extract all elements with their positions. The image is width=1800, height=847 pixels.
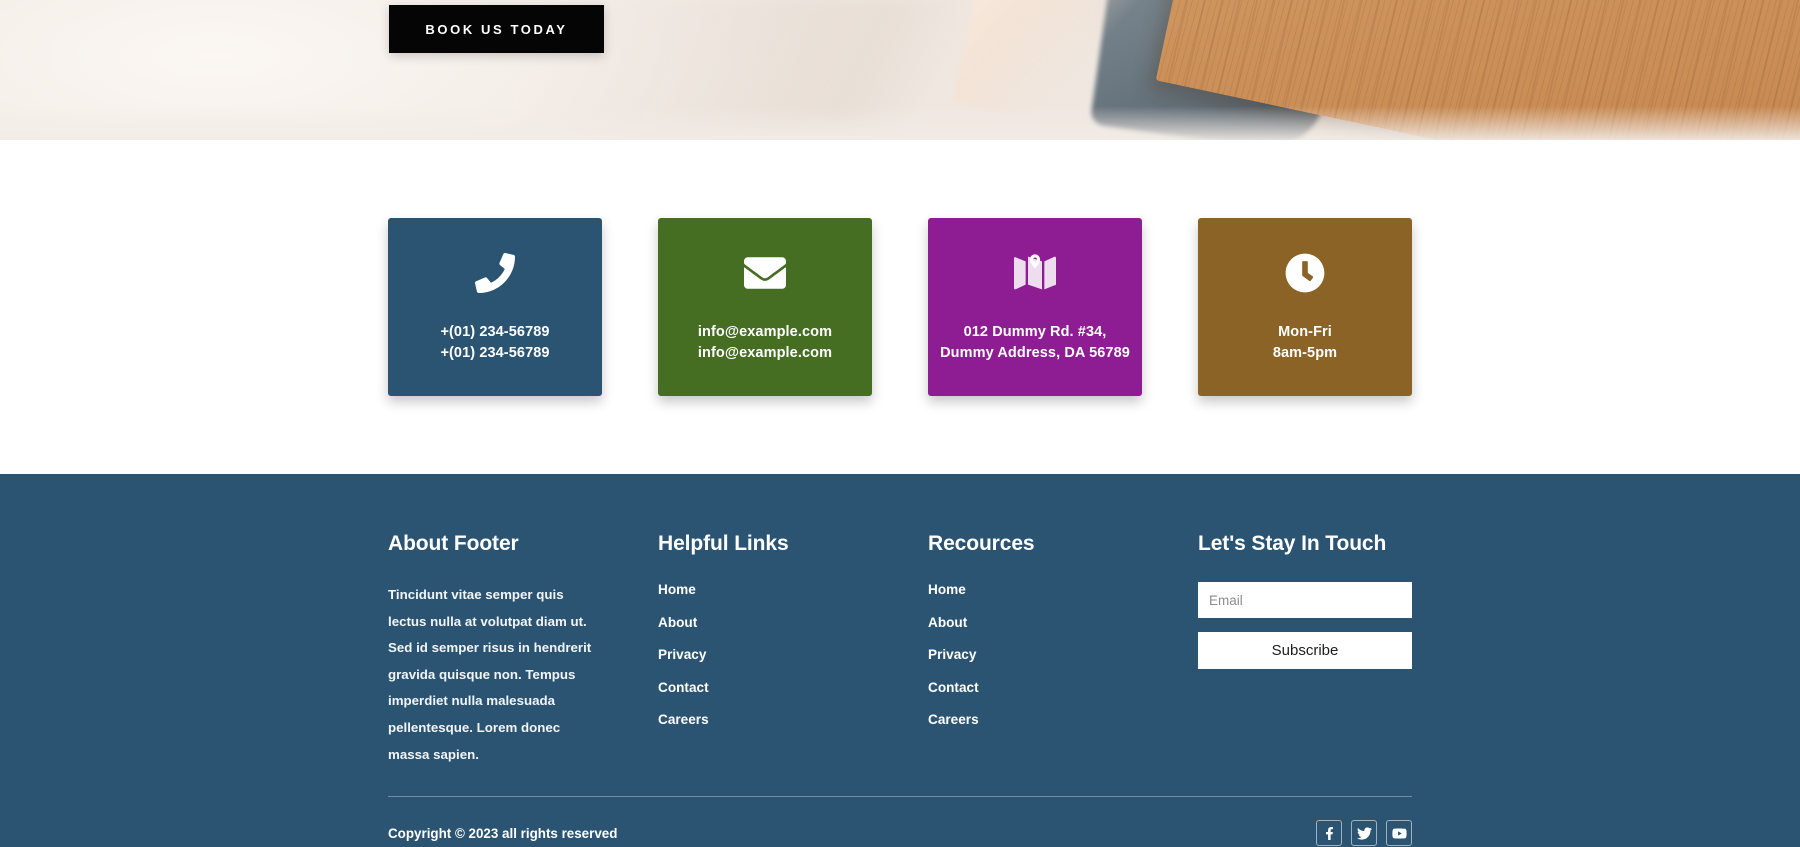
copyright-text: Copyright © 2023 all rights reserved (388, 825, 618, 841)
contact-card-text: +(01) 234-56789 +(01) 234-56789 (440, 322, 549, 365)
facebook-icon[interactable] (1316, 820, 1342, 847)
helpful-link-contact[interactable]: Contact (658, 680, 928, 695)
hours-line-1: Mon-Fri (1278, 323, 1332, 340)
phone-line-1: +(01) 234-56789 (440, 323, 550, 340)
stay-in-touch-heading: Let's Stay In Touch (1198, 532, 1387, 555)
site-footer: About Footer Tincidunt vitae semper quis… (0, 474, 1800, 847)
clock-icon (1282, 250, 1328, 296)
footer-column-helpful-links: Helpful Links Home About Privacy Contact… (658, 532, 928, 768)
contact-cards-section: +(01) 234-56789 +(01) 234-56789 info@exa… (0, 140, 1800, 474)
envelope-icon (742, 250, 788, 296)
about-paragraph: Tincidunt vitae semper quis lectus nulla… (388, 587, 592, 762)
resources-heading: Recources (928, 532, 1035, 555)
helpful-links-heading: Helpful Links (658, 532, 789, 555)
contact-card-phone[interactable]: +(01) 234-56789 +(01) 234-56789 (388, 218, 602, 396)
map-pin-icon (1012, 250, 1058, 296)
contact-card-text: 012 Dummy Rd. #34, Dummy Address, DA 567… (940, 322, 1130, 365)
resources-link-about[interactable]: About (928, 615, 1198, 630)
book-us-today-button[interactable]: BOOK US TODAY (389, 5, 604, 53)
social-links (1316, 820, 1412, 847)
contact-card-text: info@example.com info@example.com (698, 322, 832, 365)
about-heading: About Footer (388, 532, 519, 555)
helpful-link-about[interactable]: About (658, 615, 928, 630)
footer-column-resources: Recources Home About Privacy Contact Car… (928, 532, 1198, 768)
helpful-link-careers[interactable]: Careers (658, 712, 928, 727)
footer-column-stay-in-touch: Let's Stay In Touch Subscribe (1198, 532, 1412, 768)
subscribe-button[interactable]: Subscribe (1198, 632, 1412, 669)
youtube-icon[interactable] (1386, 820, 1412, 847)
footer-bottom-bar: Copyright © 2023 all rights reserved (388, 797, 1412, 847)
contact-card-hours[interactable]: Mon-Fri 8am-5pm (1198, 218, 1412, 396)
hero-bottom-fade (0, 106, 1800, 140)
footer-content: About Footer Tincidunt vitae semper quis… (388, 474, 1412, 847)
email-line-1: info@example.com (697, 323, 833, 340)
footer-column-about: About Footer Tincidunt vitae semper quis… (388, 532, 658, 768)
hero-banner: BOOK US TODAY (0, 0, 1800, 140)
helpful-link-home[interactable]: Home (658, 582, 928, 597)
phone-line-2: +(01) 234-56789 (440, 345, 550, 361)
address-line-2: Dummy Address, DA 56789 (940, 345, 1130, 361)
resources-link-home[interactable]: Home (928, 582, 1198, 597)
resources-link-careers[interactable]: Careers (928, 712, 1198, 727)
email-input[interactable] (1198, 582, 1412, 618)
contact-cards-row: +(01) 234-56789 +(01) 234-56789 info@exa… (388, 218, 1412, 396)
contact-card-address[interactable]: 012 Dummy Rd. #34, Dummy Address, DA 567… (928, 218, 1142, 396)
twitter-icon[interactable] (1351, 820, 1377, 847)
resources-link-privacy[interactable]: Privacy (928, 647, 1198, 662)
helpful-link-privacy[interactable]: Privacy (658, 647, 928, 662)
hours-line-2: 8am-5pm (1272, 345, 1338, 361)
address-line-1: 012 Dummy Rd. #34, (963, 323, 1107, 340)
resources-link-contact[interactable]: Contact (928, 680, 1198, 695)
contact-card-text: Mon-Fri 8am-5pm (1273, 322, 1337, 365)
contact-card-email[interactable]: info@example.com info@example.com (658, 218, 872, 396)
footer-columns: About Footer Tincidunt vitae semper quis… (388, 532, 1412, 768)
phone-icon (472, 250, 518, 296)
email-line-2: info@example.com (697, 345, 833, 361)
